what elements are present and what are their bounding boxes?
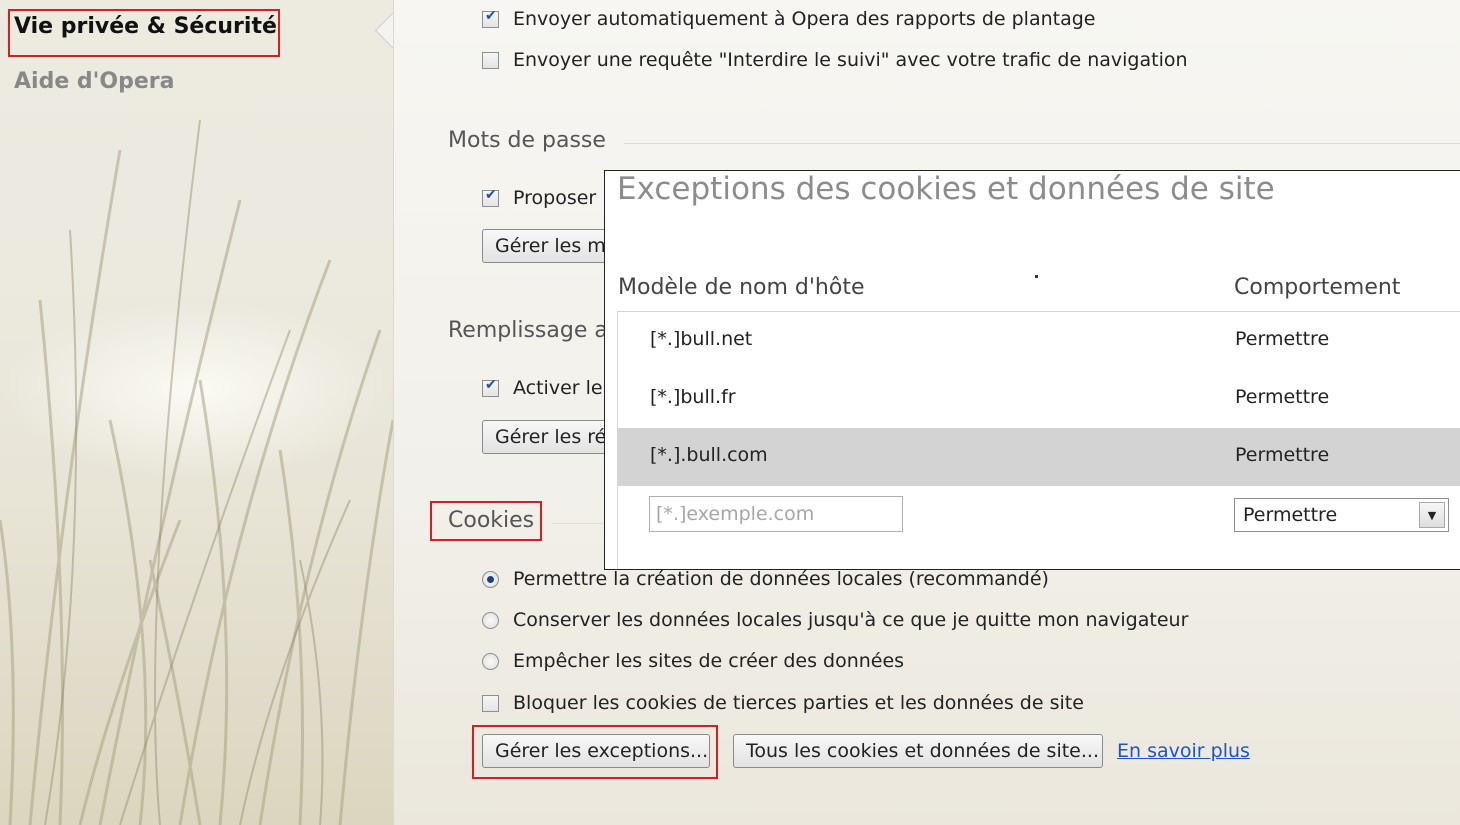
all-cookies-button[interactable]: Tous les cookies et données de site... — [733, 734, 1103, 768]
crash-reports-checkbox[interactable] — [482, 8, 499, 28]
allow-local-data-radio[interactable] — [482, 570, 499, 588]
new-behavior-value: Permettre — [1243, 504, 1338, 526]
behavior-cell: Permettre — [1235, 386, 1330, 408]
hostname-pattern-cell: [*.]bull.fr — [650, 386, 736, 408]
block-third-party-label: Bloquer les cookies de tierces parties e… — [513, 692, 1084, 714]
do-not-track-checkbox[interactable] — [482, 51, 499, 69]
keep-until-quit-radio[interactable] — [482, 611, 499, 629]
manage-passwords-button[interactable]: Gérer les m — [482, 229, 622, 263]
table-row-selected[interactable]: [*.].bull.com Permettre — [618, 428, 1460, 486]
cookie-exceptions-dialog: Exceptions des cookies et données de sit… — [604, 170, 1460, 570]
cookie-option-label: Conserver les données locales jusqu'à ce… — [513, 609, 1189, 631]
manage-autofill-button[interactable]: Gérer les ré — [482, 420, 622, 454]
sidebar-item-privacy-security[interactable]: Vie privée & Sécurité — [14, 14, 277, 39]
grass-background-image — [0, 119, 393, 825]
offer-save-passwords-label: Proposer — [513, 187, 597, 209]
enable-autofill-row: Activer le — [482, 377, 603, 399]
table-row[interactable]: [*.]bull.fr Permettre — [618, 370, 1460, 428]
column-header-pattern: Modèle de nom d'hôte — [618, 275, 865, 300]
learn-more-link[interactable]: En savoir plus — [1117, 740, 1250, 762]
enable-autofill-label: Activer le — [513, 377, 603, 399]
offer-save-passwords-checkbox[interactable] — [482, 187, 499, 207]
autofill-section-title: Remplissage a — [448, 318, 608, 343]
behavior-cell: Permettre — [1235, 444, 1330, 466]
section-divider — [552, 523, 604, 524]
column-header-behavior: Comportement — [1234, 275, 1401, 300]
block-sites-data-radio[interactable] — [482, 652, 499, 670]
manage-exceptions-button[interactable]: Gérer les exceptions... — [482, 734, 710, 768]
crash-reports-row: Envoyer automatiquement à Opera des rapp… — [482, 8, 1096, 30]
hostname-pattern-cell: [*.]bull.net — [650, 328, 753, 350]
behavior-cell: Permettre — [1235, 328, 1330, 350]
cookie-option-row: Empêcher les sites de créer des données — [482, 650, 904, 672]
dot-artifact — [1035, 275, 1038, 278]
cookies-section-title: Cookies — [448, 508, 535, 533]
block-third-party-checkbox[interactable] — [482, 694, 499, 712]
dropdown-arrow-icon[interactable]: ▼ — [1419, 502, 1445, 528]
block-third-party-row: Bloquer les cookies de tierces parties e… — [482, 692, 1084, 714]
hostname-pattern-cell: [*.].bull.com — [650, 444, 768, 466]
passwords-section-title: Mots de passe — [448, 128, 606, 153]
table-row[interactable]: [*.]bull.net Permettre — [618, 312, 1460, 370]
cookie-option-row: Conserver les données locales jusqu'à ce… — [482, 609, 1188, 631]
new-hostname-pattern-input[interactable] — [649, 496, 903, 532]
crash-reports-label: Envoyer automatiquement à Opera des rapp… — [513, 8, 1096, 30]
enable-autofill-checkbox[interactable] — [482, 377, 499, 397]
do-not-track-label: Envoyer une requête "Interdire le suivi"… — [513, 49, 1188, 71]
offer-save-passwords-row: Proposer — [482, 187, 596, 209]
dialog-title: Exceptions des cookies et données de sit… — [617, 171, 1275, 207]
cookie-option-label: Permettre la création de données locales… — [513, 568, 1049, 590]
do-not-track-row: Envoyer une requête "Interdire le suivi"… — [482, 49, 1188, 71]
new-behavior-select[interactable]: Permettre ▼ — [1234, 498, 1449, 532]
sidebar-item-opera-help[interactable]: Aide d'Opera — [14, 69, 174, 94]
cookie-option-row: Permettre la création de données locales… — [482, 568, 1049, 590]
cookie-option-label: Empêcher les sites de créer des données — [513, 650, 905, 672]
section-divider — [624, 143, 1460, 144]
settings-sidebar: Vie privée & Sécurité Aide d'Opera — [0, 0, 393, 825]
